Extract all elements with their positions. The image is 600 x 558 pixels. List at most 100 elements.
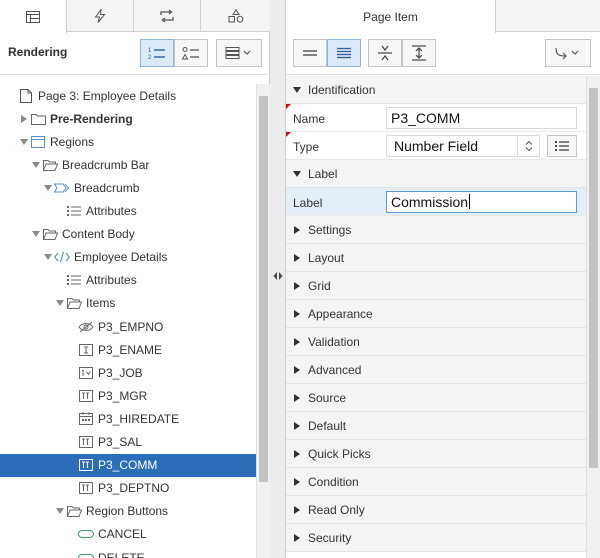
tree-node-label: Items: [86, 296, 116, 311]
processing-tab[interactable]: [134, 0, 201, 32]
group-grid[interactable]: Grid: [286, 272, 586, 300]
tree-node[interactable]: P3_HIREDATE: [0, 407, 256, 430]
tree-node[interactable]: Breadcrumb Bar: [0, 153, 256, 176]
tree-node[interactable]: Content Body: [0, 223, 256, 246]
tree-node[interactable]: Breadcrumb: [0, 176, 256, 199]
twisty-expanded-icon[interactable]: [18, 138, 30, 145]
tree-node[interactable]: Region Buttons: [0, 500, 256, 523]
property-toolbar: [286, 33, 600, 75]
tree-node[interactable]: Items: [0, 292, 256, 315]
group-label: Settings: [308, 222, 352, 237]
twisty-collapsed-icon[interactable]: [18, 114, 30, 123]
tab-page-item[interactable]: Page Item: [286, 0, 496, 33]
group-identification[interactable]: Identification: [286, 76, 586, 104]
tree-scrollbar-thumb[interactable]: [259, 96, 268, 482]
pane-splitter[interactable]: [270, 0, 286, 558]
go-to-group-button[interactable]: [545, 39, 591, 67]
numbered-list-icon: 12: [148, 48, 165, 60]
twisty-expanded-icon[interactable]: [42, 184, 54, 191]
tree-node[interactable]: Employee Details: [0, 246, 256, 269]
expand-all-button[interactable]: [402, 39, 436, 67]
group-label[interactable]: Label: [286, 160, 586, 188]
dynamic-actions-tab[interactable]: [67, 0, 134, 32]
tree-node-label: P3_COMM: [98, 458, 158, 473]
shared-components-tab[interactable]: [201, 0, 270, 32]
group-label: Quick Picks: [308, 446, 371, 461]
expand-icon: [412, 45, 426, 61]
tree-node[interactable]: P3_SAL: [0, 431, 256, 454]
caret-right-icon: [286, 505, 308, 514]
tree-node-label: P3_ENAME: [98, 342, 163, 357]
group-quick-picks[interactable]: Quick Picks: [286, 440, 586, 468]
label-input[interactable]: Commission: [386, 191, 577, 213]
tree-menu-button[interactable]: [216, 39, 262, 67]
twisty-expanded-icon[interactable]: [30, 161, 42, 168]
group-label: Read Only: [308, 502, 365, 517]
caret-right-icon: [286, 337, 308, 346]
type-select[interactable]: Number Field: [386, 135, 540, 157]
button-icon: [78, 527, 94, 541]
rendering-tab[interactable]: [0, 0, 67, 33]
group-read-only[interactable]: Read Only: [286, 496, 586, 524]
tree-node[interactable]: P3_DEPTNO: [0, 477, 256, 500]
group-settings[interactable]: Settings: [286, 216, 586, 244]
required-marker: [286, 132, 291, 137]
tree-node[interactable]: Page 3: Employee Details: [0, 84, 256, 107]
tree-node-label: Pre-Rendering: [50, 111, 133, 126]
tree-node[interactable]: CANCEL: [0, 523, 256, 546]
name-input[interactable]: P3_COMM: [386, 107, 577, 129]
group-validation[interactable]: Validation: [286, 328, 586, 356]
tree-node-label: Breadcrumb Bar: [62, 157, 150, 172]
group-appearance[interactable]: Appearance: [286, 300, 586, 328]
group-identification-label: Identification: [308, 82, 376, 97]
group-condition[interactable]: Condition: [286, 468, 586, 496]
twisty-expanded-icon[interactable]: [54, 508, 66, 515]
property-list: Identification Name P3_COMM Type Number …: [286, 76, 586, 558]
tree-node[interactable]: Attributes: [0, 200, 256, 223]
tree-node[interactable]: P3_MGR: [0, 384, 256, 407]
view-by-component-button[interactable]: [174, 39, 208, 67]
property-type-row: Type Number Field: [286, 132, 586, 160]
tree-node[interactable]: P3_COMM: [0, 453, 256, 477]
twisty-expanded-icon[interactable]: [30, 231, 42, 238]
show-common-button[interactable]: [293, 39, 327, 67]
group-label-label: Label: [308, 166, 338, 181]
folder-open-icon: [42, 227, 58, 241]
show-all-button[interactable]: [327, 39, 361, 67]
twisty-expanded-icon[interactable]: [54, 300, 66, 307]
collapse-all-button[interactable]: [368, 39, 402, 67]
code-icon: [54, 250, 70, 264]
property-name-row: Name P3_COMM: [286, 104, 586, 132]
folder-open-icon: [42, 158, 58, 172]
group-label: Condition: [308, 474, 359, 489]
tree-node[interactable]: Attributes: [0, 269, 256, 292]
tree-node[interactable]: P3_JOB: [0, 361, 256, 384]
tree-scrollbar[interactable]: [256, 84, 270, 558]
tree-node-label: P3_SAL: [98, 435, 143, 449]
group-advanced[interactable]: Advanced: [286, 356, 586, 384]
up-down-icon: [517, 136, 539, 156]
view-by-region-button[interactable]: 12: [140, 39, 174, 67]
tree-node[interactable]: Regions: [0, 130, 256, 153]
type-list-button[interactable]: [547, 135, 577, 157]
group-source[interactable]: Source: [286, 384, 586, 412]
go-to-arrow-icon: [555, 47, 579, 60]
property-scrollbar-thumb[interactable]: [589, 88, 598, 468]
group-layout[interactable]: Layout: [286, 244, 586, 272]
tree-node[interactable]: Pre-Rendering: [0, 107, 256, 130]
name-label: Name: [293, 112, 326, 126]
svg-text:1: 1: [148, 48, 152, 54]
twisty-expanded-icon[interactable]: [42, 254, 54, 261]
number-field-icon: [78, 389, 94, 403]
tree-node[interactable]: DELETE: [0, 546, 256, 558]
caret-down-icon: [293, 86, 301, 93]
group-default[interactable]: Default: [286, 412, 586, 440]
number-field-icon: [78, 435, 94, 449]
tree-node[interactable]: P3_EMPNO: [0, 315, 256, 338]
page-icon: [18, 88, 34, 103]
caret-right-icon: [286, 477, 308, 486]
caret-right-icon: [286, 421, 308, 430]
tree-node[interactable]: P3_ENAME: [0, 338, 256, 361]
group-security[interactable]: Security: [286, 524, 586, 552]
property-scrollbar[interactable]: [586, 76, 600, 558]
